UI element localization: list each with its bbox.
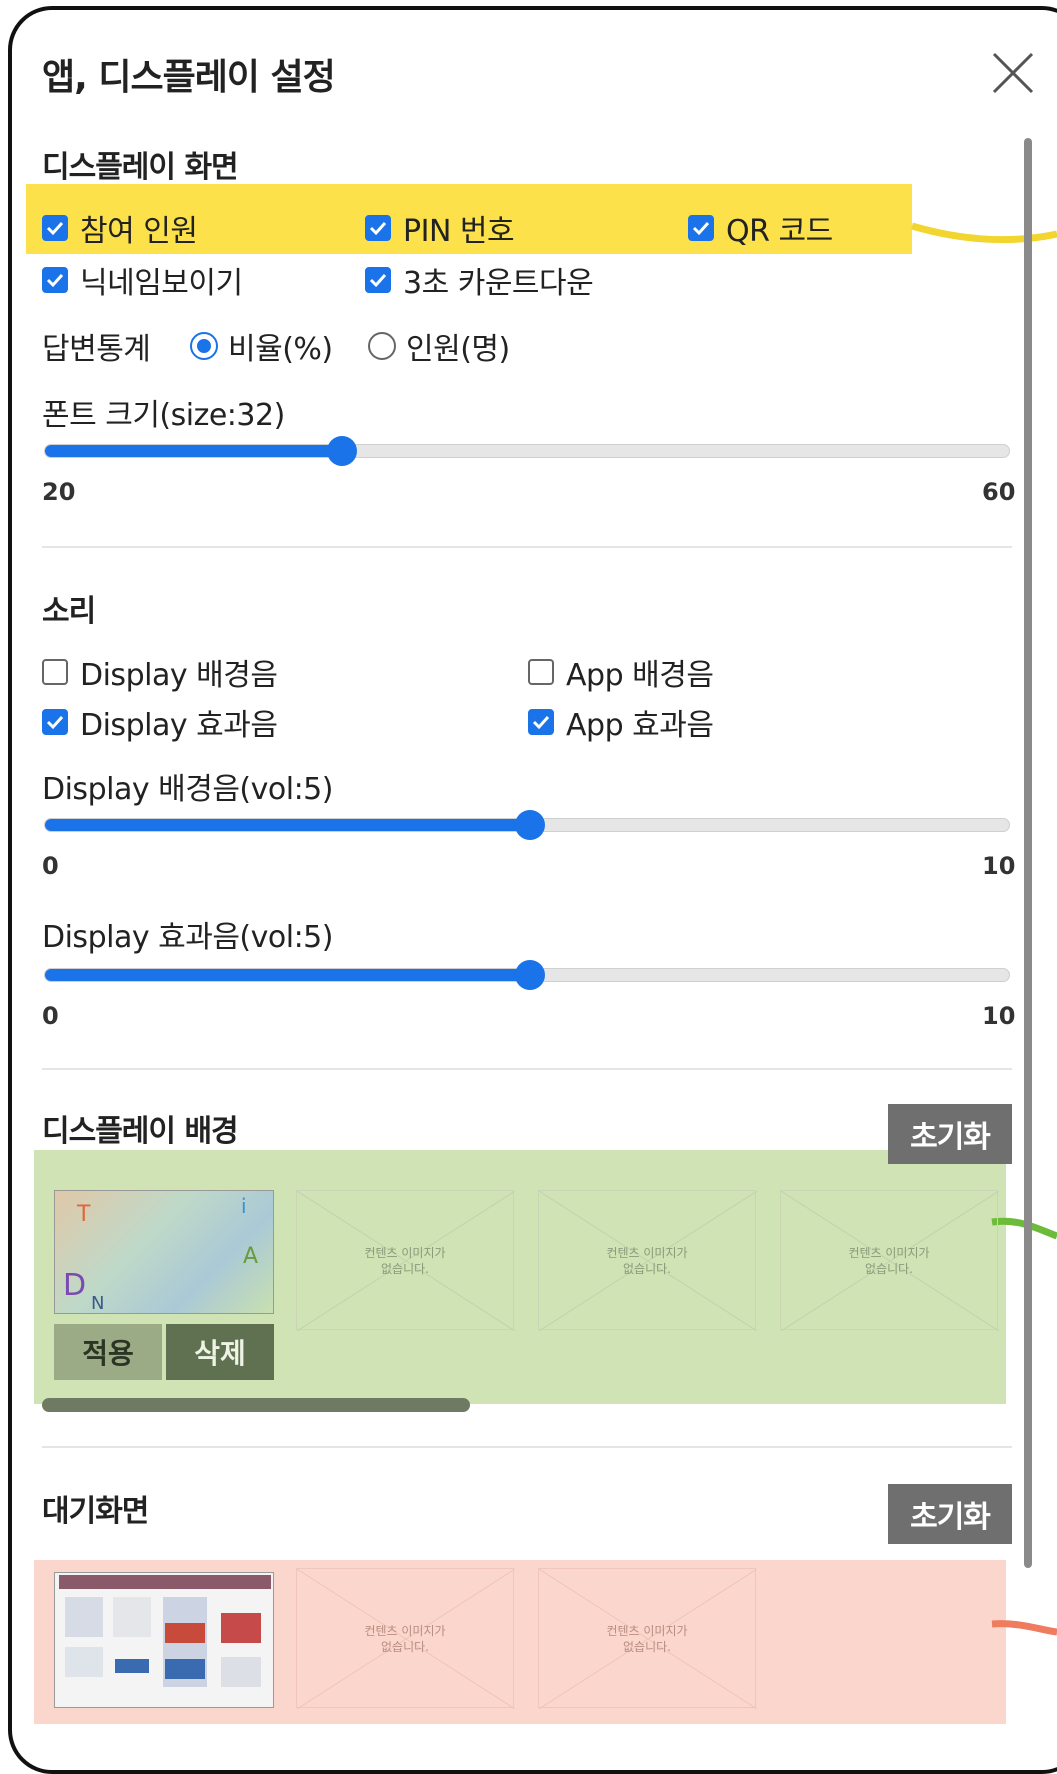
svg-text:N: N xyxy=(91,1293,104,1314)
slider-min: 0 xyxy=(42,1002,59,1030)
checkbox-icon[interactable] xyxy=(42,215,68,241)
radio-ratio[interactable]: 비율(%) xyxy=(190,324,333,368)
checkbox-countdown[interactable]: 3초 카운트다운 xyxy=(365,258,594,302)
font-size-label: 폰트 크기(size:32) xyxy=(42,398,285,433)
divider xyxy=(42,546,1012,548)
slider-max: 10 xyxy=(982,852,1016,880)
horizontal-scrollbar[interactable] xyxy=(42,1398,470,1412)
svg-text:D: D xyxy=(63,1268,86,1303)
checkbox-label: Display 효과음 xyxy=(80,708,278,743)
slider-max: 10 xyxy=(982,1002,1016,1030)
answer-stats-label: 답변통계 xyxy=(42,332,151,367)
slider-thumb[interactable] xyxy=(327,436,357,466)
checkbox-label: 참여 인원 xyxy=(80,214,198,249)
fx-volume-slider[interactable] xyxy=(44,960,1010,990)
checkbox-label: PIN 번호 xyxy=(403,214,515,249)
section-heading-standby-screen: 대기화면 xyxy=(42,1494,149,1529)
divider xyxy=(42,1068,1012,1070)
standby-image-thumbnail[interactable] xyxy=(54,1572,274,1708)
apply-button[interactable]: 적용 xyxy=(54,1324,162,1380)
divider xyxy=(42,1446,1012,1448)
dialog-title: 앱, 디스플레이 설정 xyxy=(42,57,336,98)
slider-fill xyxy=(45,819,529,831)
checkbox-display-sfx[interactable]: Display 효과음 xyxy=(42,700,278,744)
empty-image-slot[interactable]: 컨텐츠 이미지가없습니다. xyxy=(296,1190,516,1332)
svg-text:i: i xyxy=(241,1194,247,1218)
bg-volume-slider[interactable] xyxy=(44,810,1010,840)
fx-volume-label: Display 효과음(vol:5) xyxy=(42,920,333,955)
radio-icon[interactable] xyxy=(368,332,396,360)
checkbox-label: App 효과음 xyxy=(566,708,714,743)
radio-label: 인원(명) xyxy=(406,332,510,367)
vertical-scrollbar[interactable] xyxy=(1024,138,1032,1568)
checkbox-icon[interactable] xyxy=(688,215,714,241)
checkbox-pin[interactable]: PIN 번호 xyxy=(365,206,515,250)
checkbox-icon[interactable] xyxy=(365,215,391,241)
placeholder-text: 컨텐츠 이미지가 xyxy=(364,1246,446,1260)
slider-thumb[interactable] xyxy=(515,960,545,990)
annotation-line-yellow xyxy=(911,222,1057,244)
reset-background-button[interactable]: 초기화 xyxy=(888,1104,1012,1164)
svg-text:T: T xyxy=(76,1202,91,1227)
checkbox-icon[interactable] xyxy=(42,659,68,685)
slider-thumb[interactable] xyxy=(515,810,545,840)
section-heading-sound: 소리 xyxy=(42,594,96,629)
placeholder-text: 컨텐츠 이미지가 xyxy=(848,1246,930,1260)
checkbox-icon[interactable] xyxy=(365,267,391,293)
close-icon[interactable] xyxy=(990,50,1036,96)
checkbox-app-bgm[interactable]: App 배경음 xyxy=(528,650,714,694)
checkbox-display-bgm[interactable]: Display 배경음 xyxy=(42,650,278,694)
font-size-slider[interactable] xyxy=(44,436,1010,466)
radio-icon[interactable] xyxy=(190,332,218,360)
slider-fill xyxy=(45,969,529,981)
checkbox-icon[interactable] xyxy=(528,659,554,685)
placeholder-text: 없습니다. xyxy=(381,1262,429,1276)
checkbox-participants[interactable]: 참여 인원 xyxy=(42,206,198,250)
svg-text:A: A xyxy=(243,1244,258,1269)
section-heading-display-screen: 디스플레이 화면 xyxy=(42,150,239,185)
checkbox-label: 3초 카운트다운 xyxy=(403,266,594,301)
empty-image-slot[interactable]: 컨텐츠 이미지가없습니다. xyxy=(538,1568,758,1710)
checkbox-nickname[interactable]: 닉네임보이기 xyxy=(42,258,243,302)
placeholder-text: 없습니다. xyxy=(623,1640,671,1654)
placeholder-text: 없습니다. xyxy=(623,1262,671,1276)
checkbox-icon[interactable] xyxy=(42,267,68,293)
empty-image-slot[interactable]: 컨텐츠 이미지가없습니다. xyxy=(538,1190,758,1332)
reset-standby-button[interactable]: 초기화 xyxy=(888,1484,1012,1544)
checkbox-icon[interactable] xyxy=(42,709,68,735)
checkbox-label: 닉네임보이기 xyxy=(80,266,243,301)
bg-volume-label: Display 배경음(vol:5) xyxy=(42,772,333,807)
background-image-thumbnail[interactable]: T i A D N xyxy=(54,1190,274,1314)
slider-min: 20 xyxy=(42,478,76,506)
checkbox-qr-code[interactable]: QR 코드 xyxy=(688,206,833,250)
slider-fill xyxy=(45,445,341,457)
delete-button[interactable]: 삭제 xyxy=(166,1324,274,1380)
placeholder-text: 컨텐츠 이미지가 xyxy=(364,1624,446,1638)
slider-min: 0 xyxy=(42,852,59,880)
checkbox-icon[interactable] xyxy=(528,709,554,735)
checkbox-label: Display 배경음 xyxy=(80,658,278,693)
empty-image-slot[interactable]: 컨텐츠 이미지가없습니다. xyxy=(780,1190,1000,1332)
placeholder-text: 컨텐츠 이미지가 xyxy=(606,1624,688,1638)
placeholder-text: 없습니다. xyxy=(381,1640,429,1654)
empty-image-slot[interactable]: 컨텐츠 이미지가없습니다. xyxy=(296,1568,516,1710)
annotation-line-red xyxy=(991,1620,1057,1636)
checkbox-app-sfx[interactable]: App 효과음 xyxy=(528,700,714,744)
placeholder-text: 컨텐츠 이미지가 xyxy=(606,1246,688,1260)
radio-label: 비율(%) xyxy=(228,332,333,367)
radio-count[interactable]: 인원(명) xyxy=(368,324,510,368)
section-heading-display-background: 디스플레이 배경 xyxy=(42,1114,239,1149)
slider-max: 60 xyxy=(982,478,1016,506)
placeholder-text: 없습니다. xyxy=(865,1262,913,1276)
checkbox-label: QR 코드 xyxy=(726,214,833,249)
checkbox-label: App 배경음 xyxy=(566,658,714,693)
